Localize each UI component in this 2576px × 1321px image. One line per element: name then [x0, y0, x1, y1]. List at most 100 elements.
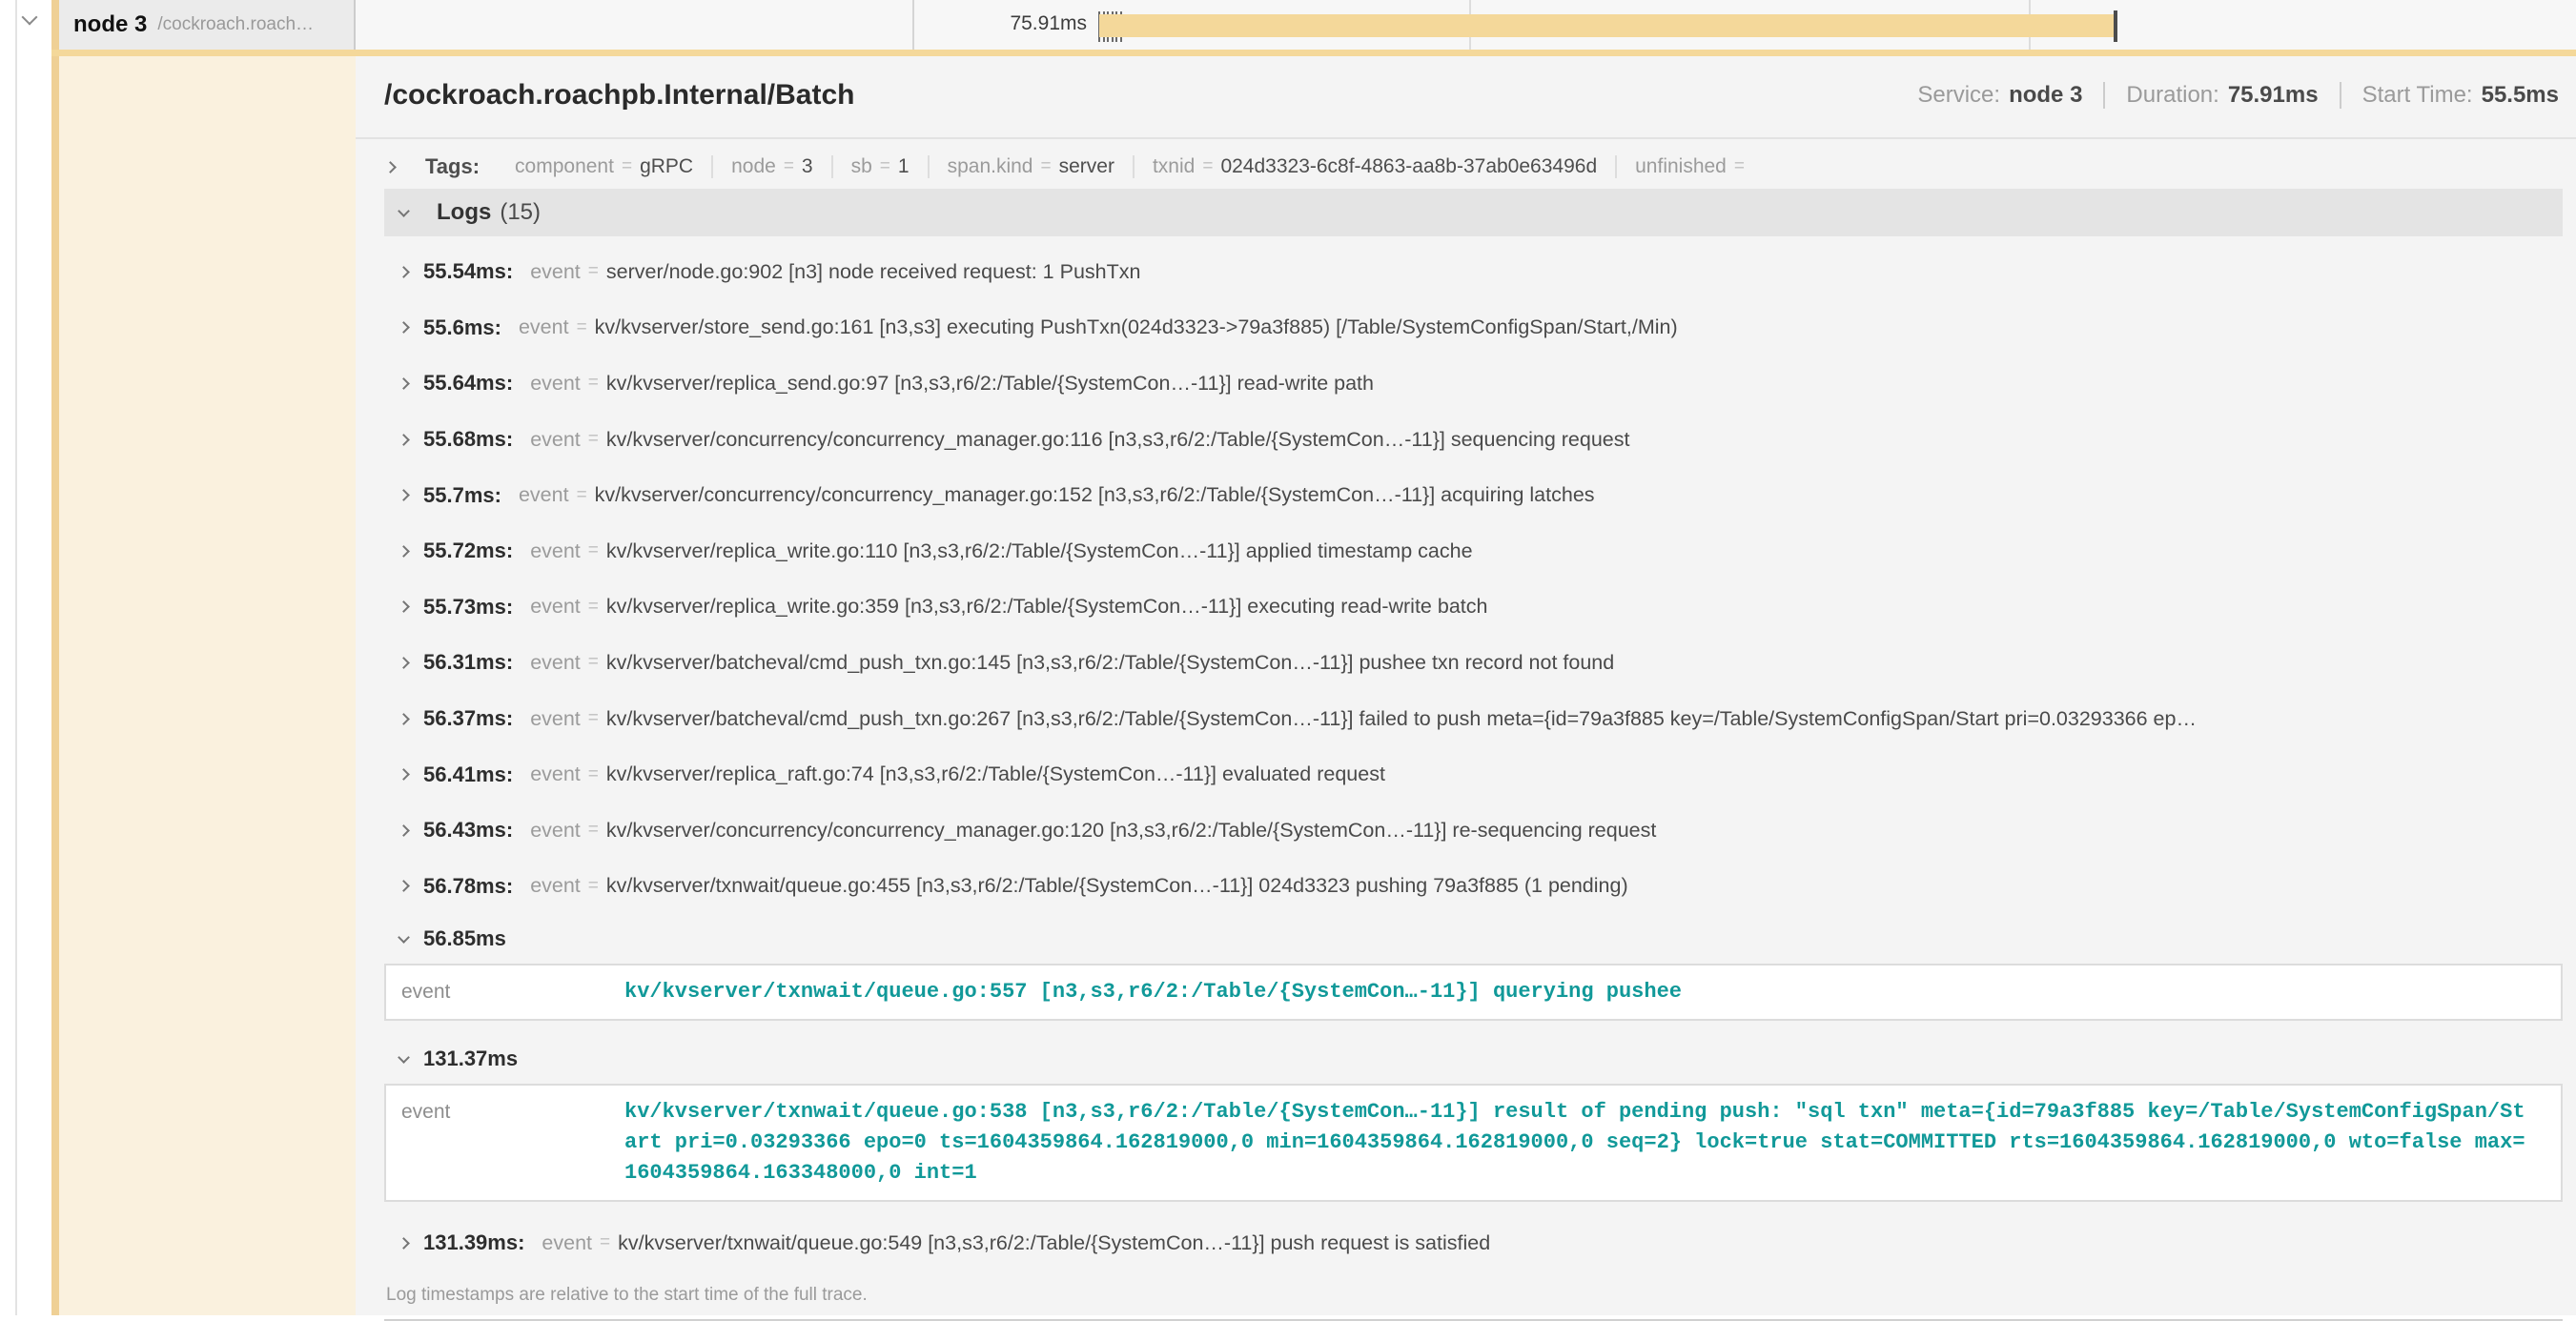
log-field-key: event: [530, 651, 581, 675]
log-timestamp: 55.6ms:: [423, 315, 501, 340]
meta-duration: Duration: 75.91ms: [2126, 82, 2318, 109]
tag-key: node: [731, 155, 776, 178]
logs-count: (15): [500, 199, 541, 226]
equals-sign: =: [588, 261, 599, 282]
log-entry-row[interactable]: 55.64ms:event=kv/kvserver/replica_send.g…: [384, 356, 2563, 412]
chevron-right-icon: [398, 377, 410, 390]
log-entry-row[interactable]: 55.73ms:event=kv/kvserver/replica_write.…: [384, 579, 2563, 636]
meta-separator: [2103, 82, 2105, 109]
meta-value: 75.91ms: [2228, 82, 2319, 108]
logs-title: Logs: [437, 199, 491, 226]
chevron-down-icon: [398, 205, 410, 217]
equals-sign: =: [588, 540, 599, 561]
span-detail-panel: /cockroach.roachpb.Internal/Batch Servic…: [356, 56, 2576, 1315]
chevron-right-icon: [398, 600, 410, 613]
meta-service: Service:node 3: [1917, 82, 2082, 109]
jaeger-trace-detail-view: { "ui": { "equals_sign": "=" }, "colors"…: [0, 0, 2576, 1315]
span-row-name-cell[interactable]: node 3 /cockroach.roach…: [59, 0, 354, 50]
log-timestamp: 56.31ms:: [423, 650, 513, 675]
chevron-right-icon: [398, 545, 410, 558]
log-field-value: kv/kvserver/txnwait/queue.go:557 [n3,s3,…: [624, 977, 1682, 1007]
log-field-value: server/node.go:902 [n3] node received re…: [606, 260, 1141, 284]
equals-sign: =: [880, 156, 890, 177]
chevron-right-icon: [398, 322, 410, 335]
equals-sign: =: [588, 708, 599, 729]
log-field-key: event: [530, 595, 581, 619]
log-timestamp: 55.64ms:: [423, 371, 513, 396]
log-field-value: kv/kvserver/replica_write.go:359 [n3,s3,…: [606, 595, 1488, 619]
log-field-value: kv/kvserver/store_send.go:161 [n3,s3] ex…: [595, 315, 1678, 339]
log-fields-table: eventkv/kvserver/txnwait/queue.go:538 [n…: [384, 1084, 2563, 1202]
tag-value: 3: [802, 155, 813, 178]
log-field-value: kv/kvserver/batcheval/cmd_push_txn.go:14…: [606, 651, 1614, 675]
span-end-marker: [2114, 10, 2117, 42]
log-entry-row[interactable]: 55.72ms:event=kv/kvserver/replica_write.…: [384, 523, 2563, 579]
tags-list: component=gRPCnode=3sb=1span.kind=server…: [497, 155, 1770, 178]
chevron-down-icon[interactable]: [22, 10, 38, 26]
tag-key: component: [515, 155, 614, 178]
equals-sign: =: [784, 156, 794, 177]
tag-value: gRPC: [640, 155, 693, 178]
chevron-down-icon: [398, 931, 410, 944]
log-field-key: event: [401, 1097, 624, 1128]
log-field-key: event: [519, 315, 569, 339]
chevron-right-icon: [398, 657, 410, 669]
log-field-key: event: [401, 977, 624, 1007]
log-entry-header[interactable]: 131.37ms: [384, 1034, 2563, 1084]
log-timestamp: 56.85ms: [423, 926, 506, 951]
log-field-key: event: [530, 260, 581, 284]
logs-section: Logs (15) 55.54ms: event = server/node.go:9…: [384, 189, 2563, 1321]
log-entry-row[interactable]: 56.78ms:event=kv/kvserver/txnwait/queue.…: [384, 859, 2563, 915]
detail-panel-top-border: [51, 50, 2576, 56]
tag-key: txnid: [1153, 155, 1195, 178]
tag-key: sb: [851, 155, 872, 178]
log-entry-row[interactable]: 56.37ms:event=kv/kvserver/batcheval/cmd_…: [384, 691, 2563, 747]
log-field-value: kv/kvserver/concurrency/concurrency_mana…: [595, 483, 1595, 507]
log-field-key: event: [542, 1231, 592, 1255]
log-entry-row[interactable]: 131.39ms:event=kv/kvserver/txnwait/queue…: [384, 1215, 2563, 1271]
log-timestamp: 55.54ms:: [423, 259, 513, 284]
log-entry-header[interactable]: 56.85ms: [384, 914, 2563, 964]
log-entry-row[interactable]: 56.43ms:event=kv/kvserver/concurrency/co…: [384, 803, 2563, 859]
log-entry-row[interactable]: 55.68ms:event=kv/kvserver/concurrency/co…: [384, 412, 2563, 468]
log-fields-table: eventkv/kvserver/txnwait/queue.go:557 [n…: [384, 964, 2563, 1021]
meta-label: Service:: [1917, 82, 2000, 108]
logs-header[interactable]: Logs (15): [384, 189, 2563, 236]
span-service-name: node 3: [73, 11, 147, 38]
log-timestamp: 55.72ms:: [423, 539, 513, 563]
equals-sign: =: [588, 373, 599, 394]
log-field-key: event: [530, 428, 581, 452]
log-entry-row[interactable]: 55.6ms:event=kv/kvserver/store_send.go:1…: [384, 300, 2563, 356]
span-row-timeline[interactable]: 75.91ms: [354, 0, 2576, 50]
log-field-value: kv/kvserver/replica_write.go:110 [n3,s3,…: [606, 539, 1473, 563]
timeline-gridline: [912, 0, 914, 50]
span-meta: Service:node 3 Duration:75.91ms Start Ti…: [1917, 82, 2559, 109]
chevron-right-icon: [398, 768, 410, 781]
equals-sign: =: [577, 485, 587, 506]
log-field-value: kv/kvserver/txnwait/queue.go:549 [n3,s3,…: [618, 1231, 1490, 1255]
chevron-right-icon: [398, 266, 410, 278]
log-field-key: event: [530, 707, 581, 731]
chevron-right-icon: [398, 824, 410, 837]
log-timestamp: 56.78ms:: [423, 874, 513, 899]
log-entry-row[interactable]: 55.54ms: event = server/node.go:902 [n3] no…: [384, 244, 2563, 300]
tag-item: component=gRPC: [497, 155, 711, 178]
meta-label: Duration:: [2126, 82, 2218, 108]
tag-value: 024d3323-6c8f-4863-aa8b-37ab0e63496d: [1220, 155, 1597, 178]
span-operation-name: /cockroach.roach…: [157, 14, 314, 35]
log-entry-row[interactable]: 55.7ms:event=kv/kvserver/concurrency/con…: [384, 467, 2563, 523]
equals-sign: =: [588, 764, 599, 785]
log-entry-row[interactable]: 56.41ms:event=kv/kvserver/replica_raft.g…: [384, 746, 2563, 803]
span-duration-bar[interactable]: [1099, 14, 2116, 37]
log-field-key: event: [530, 819, 581, 843]
operation-title: /cockroach.roachpb.Internal/Batch: [384, 77, 854, 113]
log-entry-row[interactable]: 56.31ms:event=kv/kvserver/batcheval/cmd_…: [384, 635, 2563, 691]
chevron-right-icon: [384, 161, 397, 173]
log-timestamp: 56.37ms:: [423, 706, 513, 731]
span-duration-label: 75.91ms: [1010, 12, 1087, 35]
log-timestamp: 55.73ms:: [423, 595, 513, 620]
equals-sign: =: [600, 1232, 610, 1253]
log-timestamp: 55.68ms:: [423, 427, 513, 452]
equals-sign: =: [1734, 156, 1745, 177]
tags-row[interactable]: Tags: component=gRPCnode=3sb=1span.kind=…: [356, 139, 2576, 189]
